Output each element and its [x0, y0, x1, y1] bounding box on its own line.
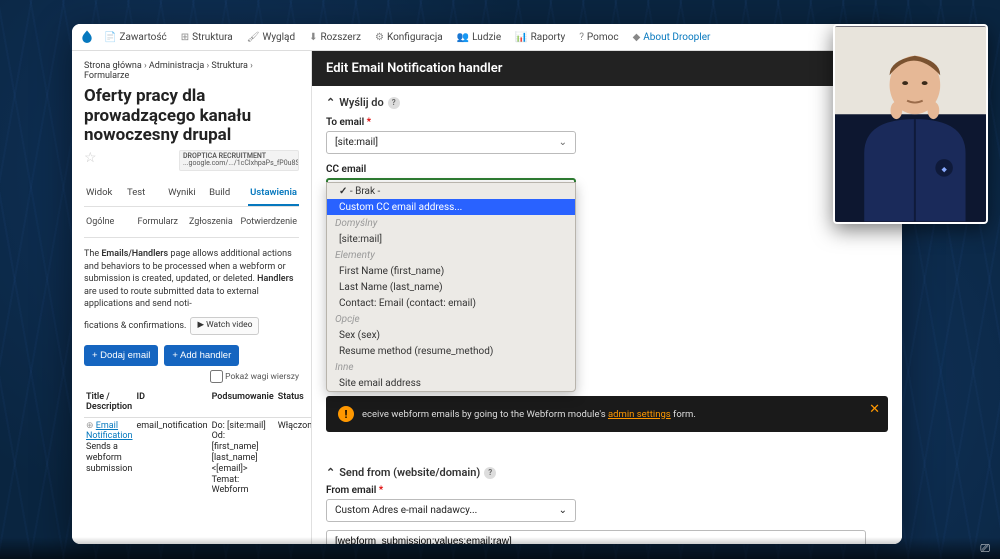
dropdown-option[interactable]: First Name (first_name) — [327, 263, 575, 279]
toolbar-label: Wygląd — [262, 32, 295, 43]
subtab-formularz[interactable]: Formularz — [135, 215, 186, 229]
dropdown-group-label: Domyślny — [327, 215, 575, 231]
tab-ustawienia[interactable]: Ustawienia — [248, 183, 299, 206]
show-weights-checkbox[interactable] — [210, 370, 223, 383]
toolbar-icon: ? — [579, 32, 584, 43]
help-icon[interactable]: ? — [484, 467, 496, 479]
about-droopler-link[interactable]: ◆ About Droopler — [627, 30, 717, 45]
cc-email-label: CC email — [326, 164, 888, 175]
help-icon[interactable]: ? — [388, 97, 400, 109]
toolbar-label: Struktura — [192, 32, 233, 43]
dropdown-option[interactable]: Sex (sex) — [327, 327, 575, 343]
favorite-star-icon[interactable]: ☆ — [84, 150, 97, 166]
toolbar-label: Zawartość — [119, 32, 166, 43]
chevron-down-icon: ⌄ — [559, 137, 567, 148]
column-header: ID — [135, 389, 210, 417]
to-email-label: To email * — [326, 117, 888, 128]
toolbar-item-pomoc[interactable]: ?Pomoc — [573, 30, 624, 45]
tab-widok[interactable]: Widok — [84, 183, 125, 206]
admin-toolbar: 📄Zawartość⊞Struktura🖌Wygląd⬇Rozszerz⚙Kon… — [72, 24, 902, 51]
recruitment-source-box: DROPTICA RECRUITMENT ...google.com/.../1… — [179, 150, 299, 171]
toolbar-label: Rozszerz — [321, 32, 361, 43]
admin-settings-link[interactable]: admin settings — [608, 409, 671, 420]
toolbar-icon: ⊞ — [181, 32, 189, 43]
toolbar-icon: 📄 — [104, 32, 116, 43]
panel-header: Edit Email Notification handler — [312, 51, 902, 86]
toolbar-label: Raporty — [531, 32, 566, 43]
tab-test[interactable]: Test — [125, 183, 166, 206]
drupal-logo-icon[interactable] — [78, 28, 96, 46]
from-email-select[interactable]: Custom Adres e-mail nadawcy... ⌄ — [326, 499, 576, 522]
to-email-select[interactable]: [site:mail] ⌄ — [326, 131, 576, 154]
toolbar-item-raporty[interactable]: 📊 Raporty — [509, 30, 571, 45]
dropdown-option[interactable]: Current user email address [Authenticate… — [327, 391, 575, 392]
toolbar-item-struktura[interactable]: ⊞Struktura — [175, 30, 239, 45]
toolbar-icon: ⬇ — [309, 32, 317, 43]
toolbar-item-wygląd[interactable]: 🖌Wygląd — [241, 30, 301, 45]
dropdown-option[interactable]: [site:mail] — [327, 231, 575, 247]
dropdown-group-label: Elementy — [327, 247, 575, 263]
toolbar-icon: 👥 — [457, 32, 469, 43]
from-email-label: From email * — [326, 485, 888, 496]
toolbar-item-rozszerz[interactable]: ⬇ Rozszerz — [303, 30, 367, 45]
collapse-icon: ⌃ — [326, 466, 335, 479]
toolbar-label: Ludzie — [472, 32, 501, 43]
column-header: Title / Description — [84, 389, 135, 417]
dropdown-group-label: Inne — [327, 359, 575, 375]
toolbar-icon: 🖌 — [247, 32, 260, 43]
dropdown-option[interactable]: Resume method (resume_method) — [327, 343, 575, 359]
svg-text:◆: ◆ — [941, 166, 947, 174]
send-from-section-toggle[interactable]: ⌃ Send from (website/domain) ? — [326, 466, 888, 479]
dropdown-option[interactable]: Last Name (last_name) — [327, 279, 575, 295]
warning-icon: ! — [338, 406, 354, 422]
column-header: Podsumowanie — [210, 389, 276, 417]
collapse-icon: ⌃ — [326, 96, 335, 109]
tab-wyniki[interactable]: Wyniki — [166, 183, 207, 206]
breadcrumb: Strona główna › Administracja › Struktur… — [84, 61, 299, 81]
chevron-down-icon: ⌄ — [559, 505, 567, 516]
page-title: Oferty pracy dla prowadzącego kanału now… — [84, 87, 299, 146]
warning-banner: ! eceive webform emails by going to the … — [326, 396, 888, 432]
left-panel: Strona główna › Administracja › Struktur… — [72, 51, 312, 544]
toolbar-item-ludzie[interactable]: 👥Ludzie — [451, 30, 507, 45]
secondary-tabs: OgólneFormularzZgłoszeniaPotwierdzenie — [84, 207, 299, 238]
cast-icon[interactable]: ⎚ — [980, 541, 990, 556]
add-handler-button[interactable]: + Add handler — [164, 345, 239, 366]
dropdown-option[interactable]: Contact: Email (contact: email) — [327, 295, 575, 311]
toolbar-icon: 📊 — [515, 32, 527, 43]
table-row: ⊕ Email Notification Sends a webform sub… — [84, 417, 312, 499]
drag-handle-icon[interactable]: ⊕ — [86, 421, 94, 431]
dropdown-option[interactable]: - Brak - — [327, 183, 575, 199]
tab-build[interactable]: Build — [207, 183, 248, 206]
handlers-table: Title / DescriptionIDPodsumowanieStatusO… — [84, 389, 312, 499]
toolbar-item-zawartość[interactable]: 📄Zawartość — [98, 30, 173, 45]
dropdown-option[interactable]: Site email address — [327, 375, 575, 391]
cc-dropdown: - Brak -Custom CC email address...Domyśl… — [326, 182, 576, 392]
right-panel: Edit Email Notification handler ⌃ Wyślij… — [312, 51, 902, 544]
app-window: 📄Zawartość⊞Struktura🖌Wygląd⬇Rozszerz⚙Kon… — [72, 24, 902, 544]
about-label: About Droopler — [643, 32, 710, 43]
close-warning-icon[interactable]: ✕ — [869, 402, 880, 417]
add-email-button[interactable]: + Dodaj email — [84, 345, 158, 366]
send-to-section-toggle[interactable]: ⌃ Wyślij do ? — [326, 96, 888, 109]
toolbar-label: Konfiguracja — [387, 32, 443, 43]
toolbar-item-konfiguracja[interactable]: ⚙Konfiguracja — [369, 30, 449, 45]
subtab-ogólne[interactable]: Ogólne — [84, 215, 135, 229]
dropdown-group-label: Opcje — [327, 311, 575, 327]
show-weights-toggle[interactable]: Pokaż wagi wierszy — [84, 370, 299, 383]
primary-tabs: WidokTestWynikiBuildUstawienia — [84, 183, 299, 207]
column-header: Status — [276, 389, 312, 417]
subtab-zgłoszenia[interactable]: Zgłoszenia — [187, 215, 238, 229]
droopler-icon: ◆ — [633, 32, 641, 43]
handlers-description: The Emails/Handlers page allows addition… — [84, 248, 299, 311]
dropdown-option[interactable]: Custom CC email address... — [327, 199, 575, 215]
subtab-potwierdzenie[interactable]: Potwierdzenie — [238, 215, 299, 229]
toolbar-label: Pomoc — [587, 32, 619, 43]
toolbar-icon: ⚙ — [375, 32, 384, 43]
watch-video-button[interactable]: ▶ Watch video — [190, 317, 259, 335]
presenter-webcam: ◆ — [833, 24, 988, 224]
video-controls: ⎚ — [0, 537, 1000, 559]
